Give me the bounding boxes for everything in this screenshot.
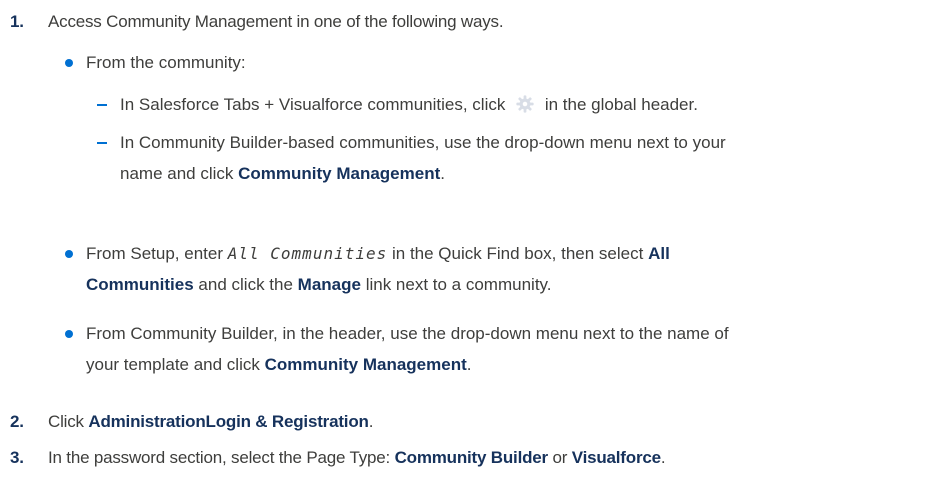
dash-marker	[97, 104, 107, 106]
step-text: Click AdministrationLogin & Registration…	[48, 412, 374, 431]
sub-item-line-2: name and click Community Management.	[120, 164, 445, 183]
bullet-line-1: From Setup, enter All Communities in the…	[86, 244, 670, 263]
step-number: 2.	[10, 412, 24, 431]
bullet-line-2: Communities and click the Manage link ne…	[86, 275, 552, 294]
bullet-text: From the community:	[86, 53, 246, 72]
dash-marker	[97, 142, 107, 144]
bullet-line-1: From Community Builder, in the header, u…	[86, 324, 729, 343]
bullet-marker	[65, 330, 73, 338]
code-text: All Communities	[227, 244, 388, 263]
bullet-marker	[65, 250, 73, 258]
step-text: Access Community Management in one of th…	[48, 12, 504, 31]
step-number: 3.	[10, 448, 24, 467]
step-text: In the password section, select the Page…	[48, 448, 666, 467]
step-number: 1.	[10, 12, 24, 31]
bullet-marker	[65, 59, 73, 67]
bullet-line-2: your template and click Community Manage…	[86, 355, 472, 374]
instructions-page: 1. Access Community Management in one of…	[0, 0, 930, 480]
sub-item-line-1: In Community Builder-based communities, …	[120, 133, 726, 152]
gear-icon[interactable]	[514, 94, 536, 114]
sub-item-text: In Salesforce Tabs + Visualforce communi…	[120, 94, 698, 114]
